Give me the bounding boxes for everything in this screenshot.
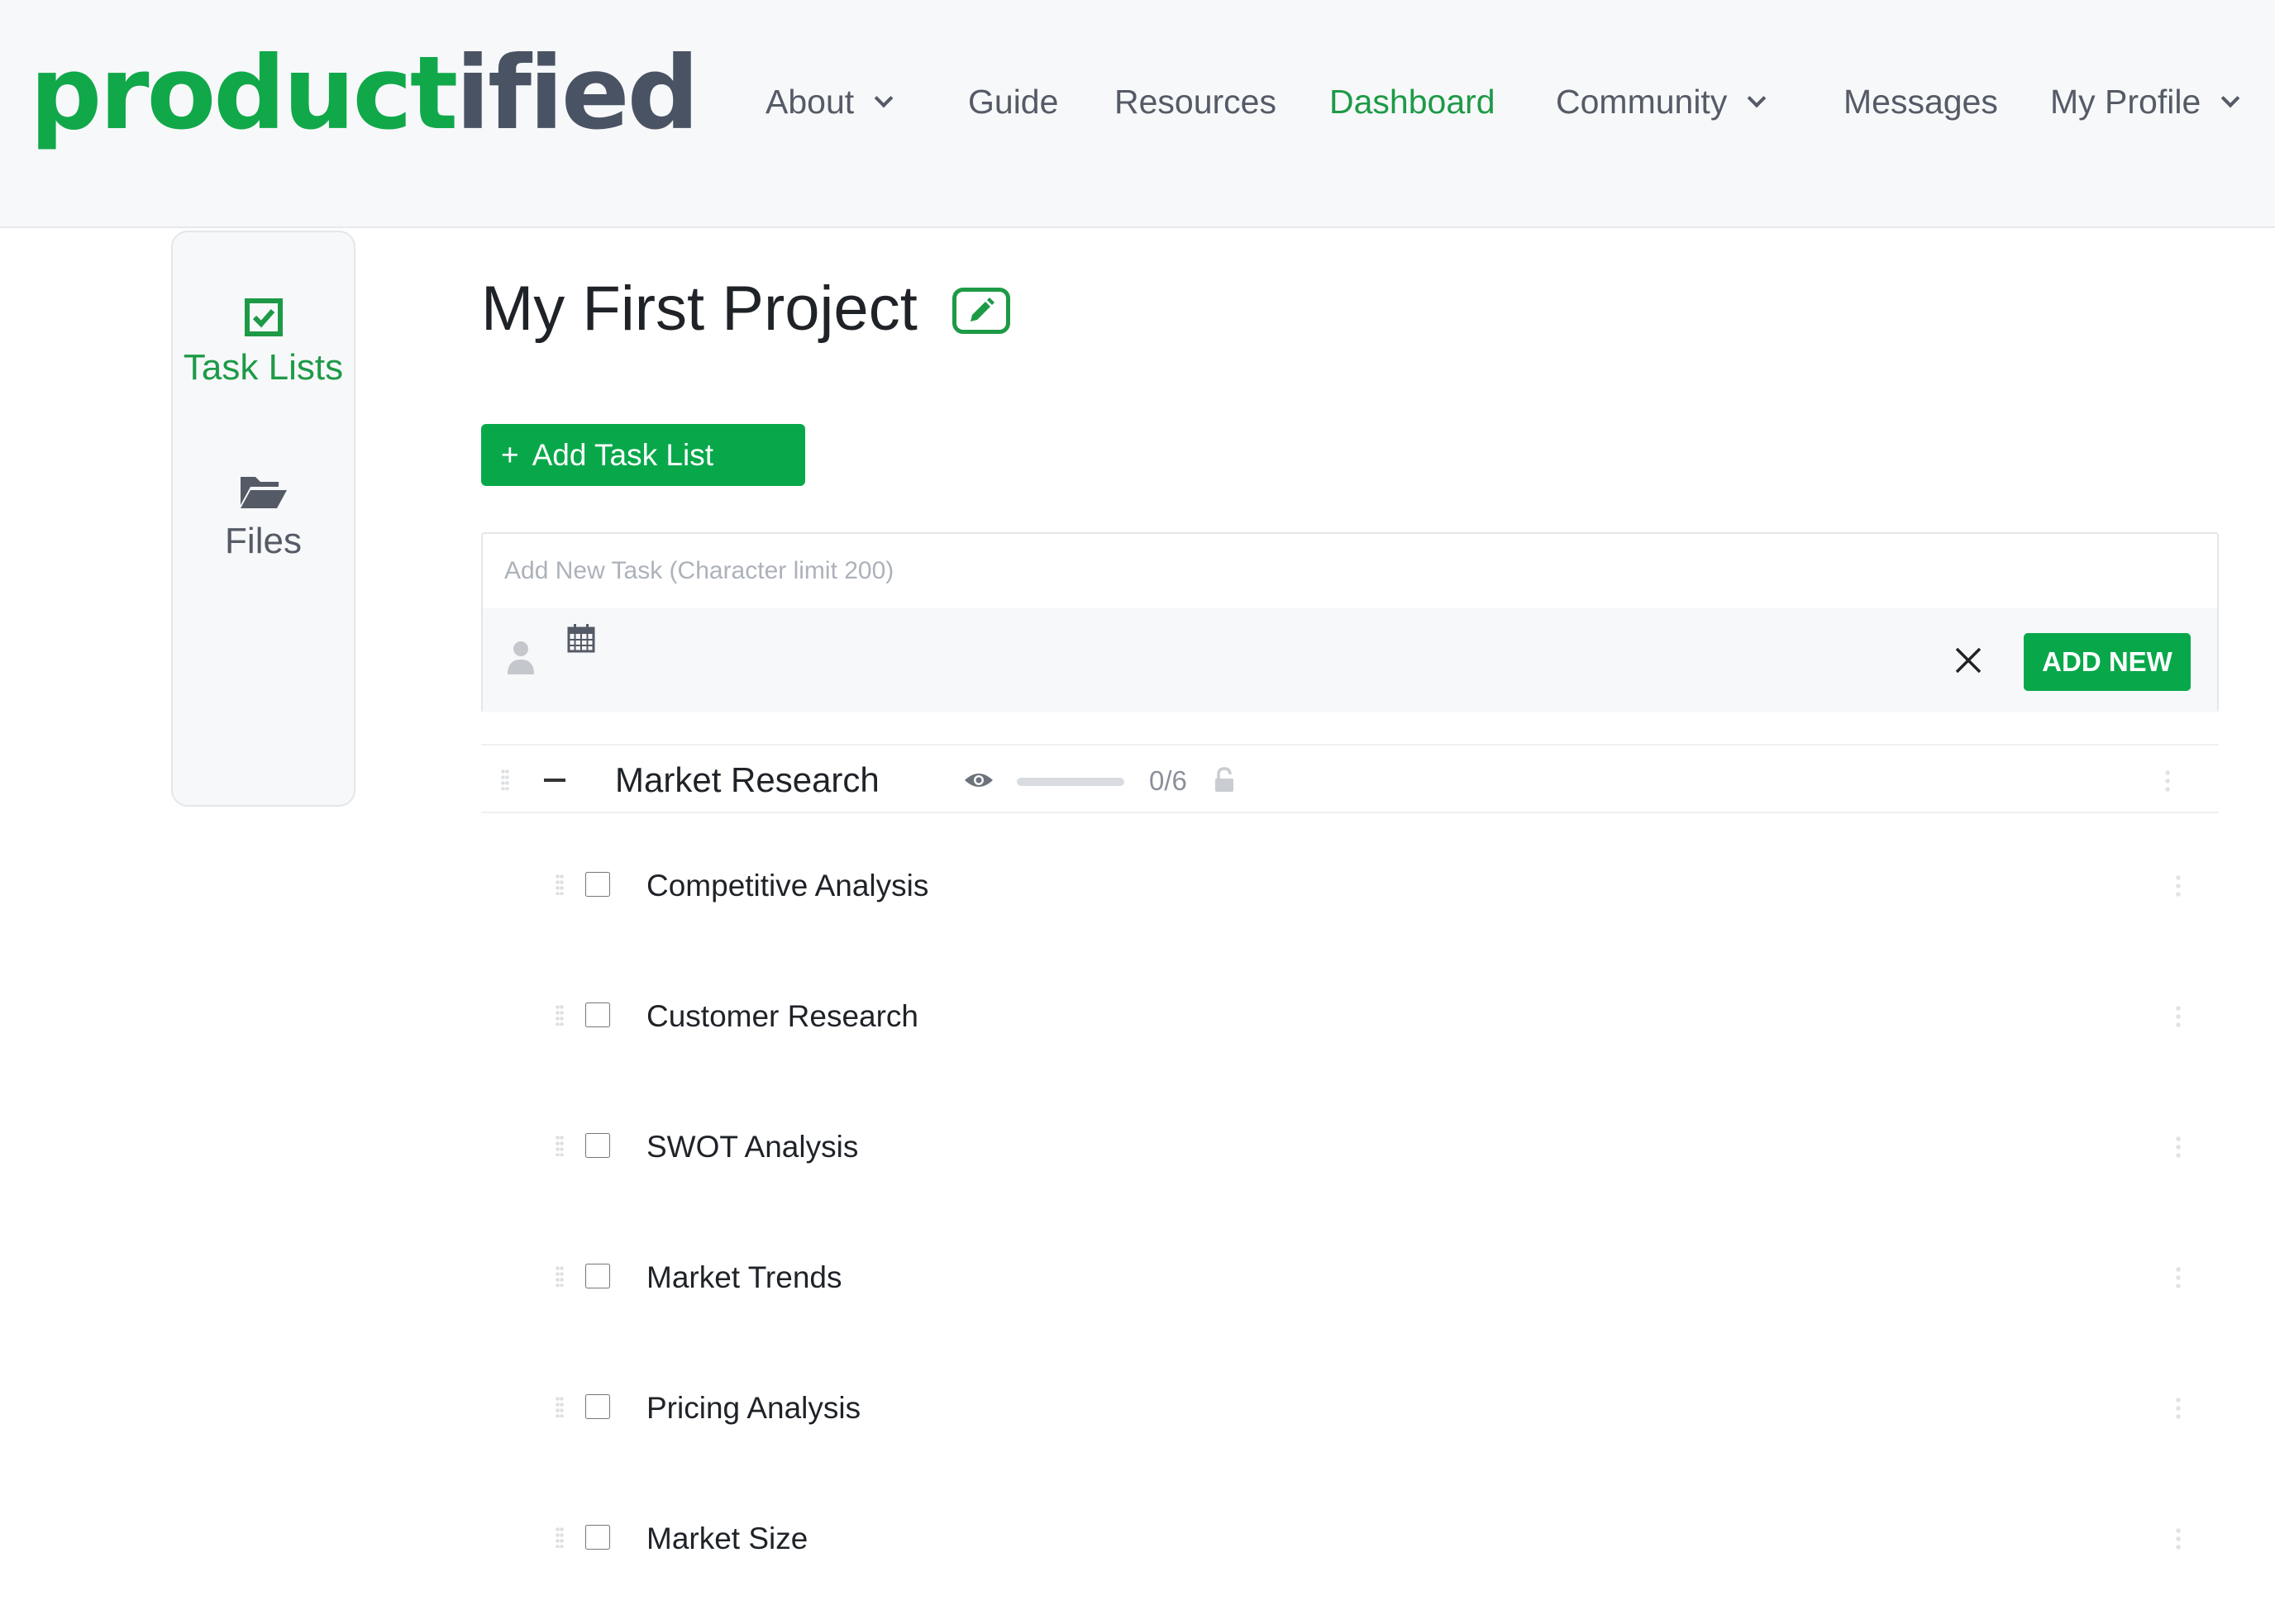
new-task-toolbar: ADD NEW	[483, 608, 2217, 712]
task-checkbox[interactable]	[585, 1264, 610, 1288]
nav-messages-label: Messages	[1843, 83, 1998, 121]
new-task-input[interactable]	[483, 534, 2217, 608]
plus-icon: +	[501, 437, 519, 472]
sidebar-item-task-lists-label: Task Lists	[183, 347, 344, 388]
assign-user-icon[interactable]	[506, 640, 536, 676]
drag-handle-icon[interactable]	[501, 769, 509, 790]
drag-handle-icon[interactable]	[556, 1396, 564, 1417]
task-row: Pricing Analysis	[481, 1391, 2219, 1477]
task-menu-icon[interactable]	[2176, 1265, 2181, 1288]
sidebar-item-files[interactable]: Files	[173, 472, 354, 562]
nav-resources-label: Resources	[1114, 83, 1276, 121]
eye-icon[interactable]	[964, 770, 994, 790]
task-name: SWOT Analysis	[646, 1130, 859, 1164]
task-checkbox[interactable]	[585, 872, 610, 897]
add-task-list-label: Add Task List	[532, 437, 713, 472]
drag-handle-icon[interactable]	[556, 874, 564, 895]
calendar-icon[interactable]	[567, 623, 595, 653]
chevron-down-icon	[1748, 88, 1767, 108]
add-task-list-button[interactable]: + Add Task List	[481, 424, 805, 486]
nav-community[interactable]: Community	[1556, 83, 1767, 121]
task-count: 0/6	[1149, 765, 1187, 796]
task-list-header: Market Research 0/6	[481, 744, 2219, 813]
nav-guide[interactable]: Guide	[968, 83, 1058, 121]
drag-handle-icon[interactable]	[556, 1135, 564, 1156]
task-row: Market Trends	[481, 1260, 2219, 1346]
chevron-down-icon	[874, 88, 894, 108]
task-checkbox[interactable]	[585, 1525, 610, 1550]
task-checkbox[interactable]	[585, 1002, 610, 1027]
task-list-menu-icon[interactable]	[2165, 769, 2170, 792]
project-title: My First Project	[481, 274, 918, 344]
task-row: Competitive Analysis	[481, 869, 2219, 955]
task-name: Pricing Analysis	[646, 1391, 861, 1425]
nav-dashboard-label: Dashboard	[1329, 83, 1495, 121]
task-checkbox[interactable]	[585, 1133, 610, 1158]
drag-handle-icon[interactable]	[556, 1265, 564, 1287]
task-menu-icon[interactable]	[2176, 1135, 2181, 1158]
task-row: Market Size	[481, 1522, 2219, 1607]
folder-open-icon	[240, 477, 287, 508]
task-name: Competitive Analysis	[646, 869, 929, 902]
logo-part-ified: ified	[455, 35, 699, 152]
add-new-task-button[interactable]: ADD NEW	[2024, 633, 2191, 691]
task-name: Market Size	[646, 1522, 808, 1555]
top-navbar: productified About Guide Resources Dashb…	[0, 0, 2275, 228]
new-task-form: ADD NEW	[481, 532, 2219, 712]
nav-about[interactable]: About	[765, 83, 894, 121]
close-icon[interactable]	[1954, 646, 1982, 674]
task-menu-icon[interactable]	[2176, 874, 2181, 897]
drag-handle-icon[interactable]	[556, 1526, 564, 1548]
nav-resources[interactable]: Resources	[1114, 83, 1276, 121]
sidebar-item-task-lists[interactable]: Task Lists	[173, 298, 354, 388]
task-menu-icon[interactable]	[2176, 1526, 2181, 1550]
unlock-icon[interactable]	[1214, 767, 1235, 793]
task-row: SWOT Analysis	[481, 1130, 2219, 1216]
drag-handle-icon[interactable]	[556, 1004, 564, 1026]
task-name: Customer Research	[646, 999, 919, 1033]
nav-dashboard[interactable]: Dashboard	[1329, 83, 1495, 121]
productified-logo[interactable]: productified	[30, 43, 699, 144]
nav-my-profile[interactable]: My Profile	[2050, 83, 2240, 121]
logo-part-product: product	[30, 35, 458, 152]
nav-community-label: Community	[1556, 83, 1728, 121]
sidebar-item-files-label: Files	[225, 521, 302, 561]
task-menu-icon[interactable]	[2176, 1004, 2181, 1027]
checkbox-check-icon	[244, 298, 283, 336]
task-checkbox[interactable]	[585, 1394, 610, 1419]
task-menu-icon[interactable]	[2176, 1396, 2181, 1419]
nav-messages[interactable]: Messages	[1843, 83, 1998, 121]
nav-guide-label: Guide	[968, 83, 1059, 121]
task-list-name: Market Research	[615, 760, 880, 799]
collapse-icon[interactable]	[544, 779, 565, 782]
task-name: Market Trends	[646, 1260, 842, 1294]
task-list-progress-bar	[1017, 778, 1124, 786]
nav-my-profile-label: My Profile	[2050, 83, 2201, 121]
chevron-down-icon	[2220, 88, 2240, 108]
nav-about-label: About	[765, 83, 855, 121]
task-row: Customer Research	[481, 999, 2219, 1085]
project-sidebar: Task Lists Files	[171, 231, 355, 807]
edit-title-button[interactable]	[952, 288, 1010, 334]
pencil-icon	[971, 298, 994, 321]
